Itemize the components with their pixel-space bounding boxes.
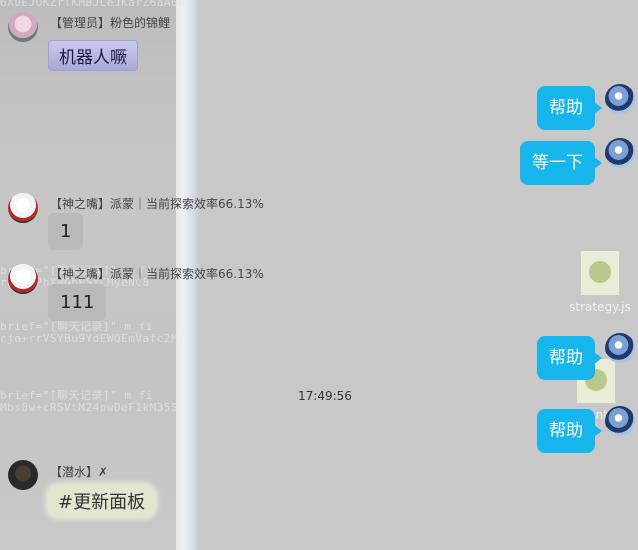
message-bubble[interactable]: 111: [48, 284, 107, 321]
sender-name: 【神之嘴】派蒙｜当前探索效率66.13%: [50, 197, 264, 211]
avatar[interactable]: [8, 12, 38, 42]
self-avatar[interactable]: [605, 333, 635, 363]
self-message-bubble[interactable]: 等一下: [520, 141, 602, 185]
js-file-icon: [580, 250, 620, 296]
avatar[interactable]: [8, 264, 38, 294]
self-avatar[interactable]: [605, 138, 635, 168]
sender-name: 【潜水】✗: [50, 465, 109, 479]
bg-code-line: Mbs8w+cRSVtM24pwDeF1kM35S: [0, 401, 179, 414]
file-strategy-js[interactable]: strategy.js: [560, 250, 638, 314]
bg-code-line: cjo+rrVSYBu9YdEWQEmVafc2M: [0, 332, 179, 345]
self-avatar[interactable]: [605, 84, 635, 114]
message-bubble[interactable]: 1: [48, 213, 84, 250]
message-bubble[interactable]: 机器人噘: [48, 40, 138, 71]
self-message-bubble[interactable]: 帮助: [537, 409, 602, 453]
avatar[interactable]: [8, 460, 38, 490]
sender-name: 【神之嘴】派蒙｜当前探索效率66.13%: [50, 267, 264, 281]
file-label: strategy.js: [569, 300, 631, 314]
self-message-bubble[interactable]: 帮助: [537, 86, 602, 130]
timestamp: 17:49:56: [298, 389, 352, 403]
self-message-bubble[interactable]: 帮助: [537, 336, 602, 380]
message-bubble[interactable]: #更新面板: [48, 485, 156, 517]
self-avatar[interactable]: [605, 406, 635, 436]
sender-name: 【管理员】粉色的锦鲤: [50, 16, 171, 30]
bg-code-line: 6XuEJOKZrlKMBJLeJKarZ6aA0e: [0, 0, 186, 9]
avatar[interactable]: [8, 193, 38, 223]
